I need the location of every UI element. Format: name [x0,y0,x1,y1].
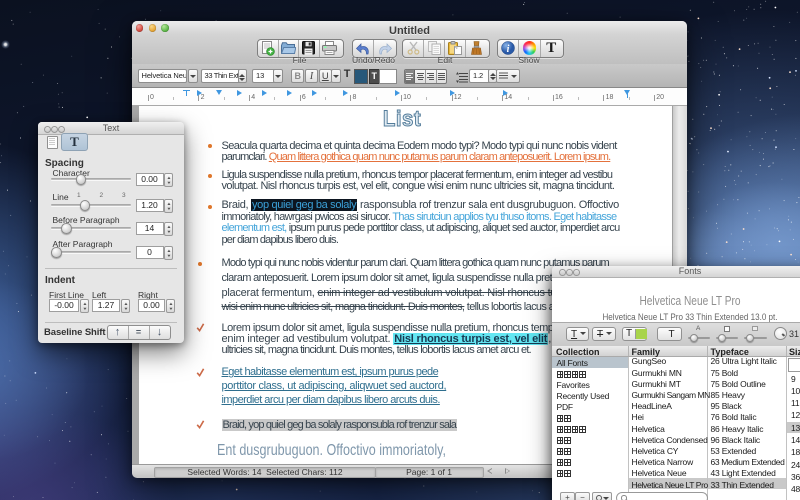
svg-text:i: i [507,44,510,55]
